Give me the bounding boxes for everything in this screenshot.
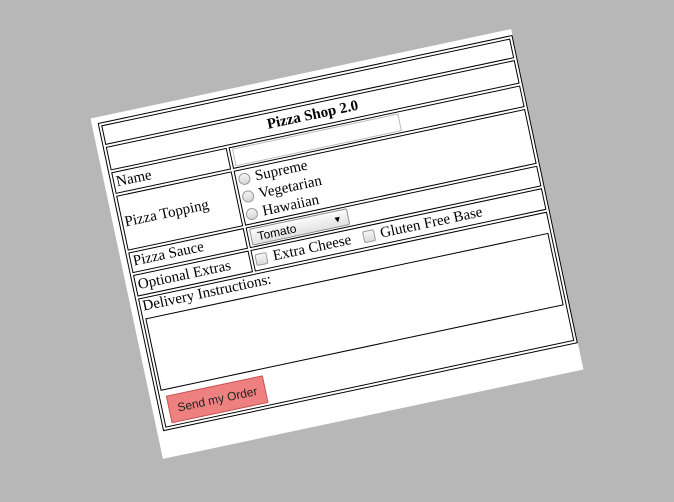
dropdown-arrow-icon: ▼	[331, 213, 343, 225]
checkbox-icon[interactable]	[361, 229, 376, 244]
order-form-table: Pizza Shop 2.0 Name Pizza Topping Suprem…	[97, 34, 578, 432]
radio-button-icon[interactable]	[237, 171, 252, 186]
radio-button-icon[interactable]	[241, 189, 256, 204]
order-form-card: Pizza Shop 2.0 Name Pizza Topping Suprem…	[90, 29, 584, 459]
checkbox-icon[interactable]	[254, 251, 269, 267]
radio-button-icon[interactable]	[244, 206, 260, 222]
sauce-selected-value: Tomato	[256, 220, 298, 243]
